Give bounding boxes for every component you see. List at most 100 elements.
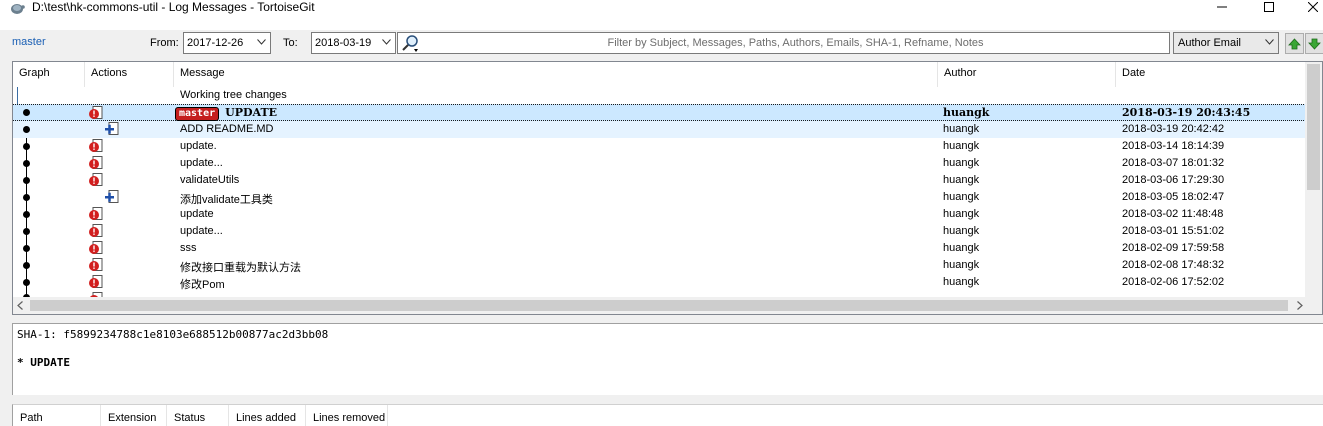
modify-icon <box>89 207 103 220</box>
table-row[interactable]: update... huangk 2018-03-01 15:51:02 <box>13 223 1306 240</box>
table-row[interactable]: 添加validate工具类 huangk 2018-03-05 18:02:47 <box>13 189 1306 206</box>
changed-files-list[interactable]: Path Extension Status Lines added Lines … <box>12 404 1323 426</box>
commit-message: update <box>180 208 214 220</box>
to-date-picker[interactable]: 2018-03-19 <box>311 32 396 54</box>
commit-sha: SHA-1: f5899234788c1e8103e688512b00877ac… <box>17 328 329 341</box>
maximize-button[interactable] <box>1246 0 1292 14</box>
branch-ref-tag: master <box>175 107 220 121</box>
commit-date: 2018-02-06 17:52:02 <box>1122 276 1225 288</box>
commit-details-pane[interactable]: SHA-1: f5899234788c1e8103e688512b00877ac… <box>12 323 1323 395</box>
minimize-button[interactable] <box>1199 0 1245 14</box>
commit-author: huangk <box>943 106 990 119</box>
to-label: To: <box>283 37 298 49</box>
commit-date: 2018-03-07 18:01:32 <box>1122 157 1225 169</box>
commit-node <box>23 109 30 116</box>
arrow-down-icon <box>1308 38 1321 50</box>
previous-button[interactable] <box>1285 33 1304 54</box>
search-icon[interactable] <box>400 34 420 53</box>
to-date-value: 2018-03-19 <box>315 37 372 49</box>
scrollbar-thumb[interactable] <box>1307 64 1320 190</box>
close-icon <box>1308 2 1318 12</box>
table-row[interactable]: ADD README.MD huangk 2018-03-19 20:42:42 <box>13 121 1306 138</box>
commit-author: huangk <box>943 174 980 186</box>
table-row[interactable]: master UPDATE huangk 2018-03-19 20:43:45 <box>13 104 1306 121</box>
column-date[interactable]: Date <box>1116 62 1307 87</box>
commit-node <box>23 262 30 269</box>
table-row[interactable]: validateUtils huangk 2018-03-06 17:29:30 <box>13 172 1306 189</box>
search-placeholder: Filter by Subject, Messages, Paths, Auth… <box>607 37 984 49</box>
commit-node <box>23 245 30 252</box>
chevron-left-icon[interactable] <box>17 301 23 310</box>
commit-node <box>23 194 30 201</box>
column-graph[interactable]: Graph <box>13 62 85 87</box>
table-row[interactable]: update huangk 2018-03-02 11:48:48 <box>13 206 1306 223</box>
horizontal-scrollbar[interactable] <box>13 297 1307 314</box>
commit-author: huangk <box>943 225 980 237</box>
column-status[interactable]: Status <box>167 405 229 426</box>
table-row[interactable]: sss huangk 2018-02-09 17:59:58 <box>13 240 1306 257</box>
commit-message: 添加validate工具类 <box>180 194 273 206</box>
working-tree-row[interactable]: Working tree changes <box>13 87 1306 104</box>
commit-date: 2018-03-05 18:02:47 <box>1122 191 1225 203</box>
commit-message: master UPDATE <box>175 106 277 121</box>
column-message[interactable]: Message <box>174 62 938 87</box>
commit-full-message: * UPDATE <box>17 356 70 369</box>
table-row[interactable]: update. huangk 2018-03-14 18:14:39 <box>13 138 1306 155</box>
commit-date: 2018-03-14 18:14:39 <box>1122 140 1225 152</box>
commit-author: huangk <box>943 276 980 288</box>
commit-author: huangk <box>943 208 980 220</box>
filter-search-input[interactable]: Filter by Subject, Messages, Paths, Auth… <box>397 32 1170 54</box>
working-tree-marker <box>17 87 18 104</box>
commit-date: 2018-02-09 17:59:58 <box>1122 242 1225 254</box>
modify-icon <box>89 139 103 152</box>
commit-message: update... <box>180 157 223 169</box>
scrollbar-thumb[interactable] <box>30 300 1288 311</box>
commit-message: ADD README.MD <box>180 123 274 135</box>
table-row[interactable]: 修改Pom huangk 2018-02-06 17:52:02 <box>13 274 1306 291</box>
modify-icon <box>89 173 103 186</box>
minimize-icon <box>1217 6 1227 8</box>
commit-date: 2018-03-06 17:29:30 <box>1122 174 1225 186</box>
from-label: From: <box>150 37 179 49</box>
scrollbar-corner <box>1305 297 1322 314</box>
column-actions[interactable]: Actions <box>85 62 174 87</box>
working-tree-label: Working tree changes <box>180 89 287 101</box>
commit-message: 修改接口重载为默认方法 <box>180 262 301 274</box>
next-button[interactable] <box>1305 33 1323 54</box>
chevron-right-icon[interactable] <box>1297 301 1303 310</box>
commit-node <box>23 126 30 133</box>
column-lines-removed[interactable]: Lines removed <box>306 405 388 426</box>
log-list[interactable]: Graph Actions Message Author Date Workin… <box>12 61 1323 315</box>
column-lines-added[interactable]: Lines added <box>229 405 306 426</box>
modify-icon <box>89 106 103 119</box>
commit-message: update. <box>180 140 217 152</box>
tortoisegit-icon <box>11 4 25 14</box>
add-icon <box>105 190 119 203</box>
add-icon <box>105 122 119 135</box>
commit-node <box>23 228 30 235</box>
column-extension[interactable]: Extension <box>101 405 167 426</box>
filter-field-select[interactable]: Author Email <box>1173 32 1279 54</box>
branch-link[interactable]: master <box>12 36 46 48</box>
modify-icon <box>89 224 103 237</box>
commit-date: 2018-03-19 20:42:42 <box>1122 123 1225 135</box>
commit-author: huangk <box>943 157 980 169</box>
table-row[interactable]: update... huangk 2018-03-07 18:01:32 <box>13 155 1306 172</box>
from-date-picker[interactable]: 2017-12-26 <box>183 32 271 54</box>
table-row[interactable]: 修改接口重载为默认方法 huangk 2018-02-08 17:48:32 <box>13 257 1306 274</box>
close-button[interactable] <box>1290 0 1323 14</box>
commit-date: 2018-03-02 11:48:48 <box>1122 208 1224 220</box>
commit-date: 2018-03-01 15:51:02 <box>1122 225 1225 237</box>
commit-author: huangk <box>943 123 980 135</box>
maximize-icon <box>1264 2 1274 12</box>
from-date-value: 2017-12-26 <box>187 37 244 49</box>
modify-icon <box>89 156 103 169</box>
chevron-down-icon <box>382 39 391 45</box>
vertical-scrollbar[interactable] <box>1305 62 1322 298</box>
commit-message: sss <box>180 242 197 254</box>
commit-node <box>23 160 30 167</box>
arrow-up-icon <box>1288 37 1301 49</box>
column-path[interactable]: Path <box>13 405 101 426</box>
column-author[interactable]: Author <box>938 62 1116 87</box>
modify-icon <box>89 241 103 254</box>
